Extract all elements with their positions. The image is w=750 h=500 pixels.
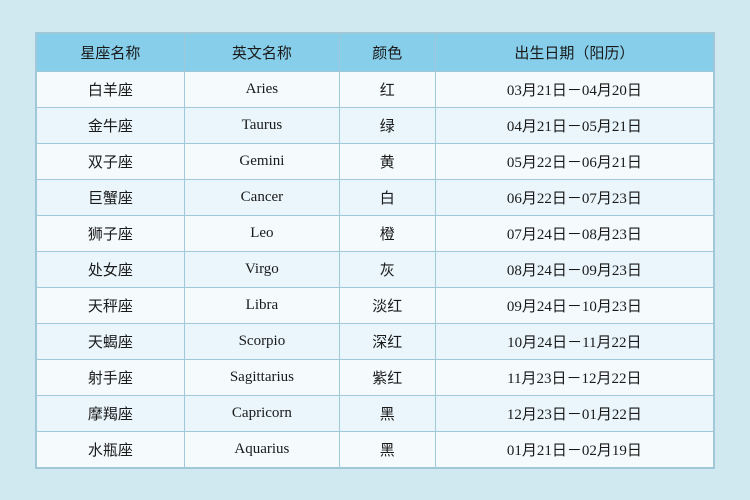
cell-date: 03月21日－04月20日 (435, 71, 713, 107)
cell-chinese-name: 金牛座 (37, 107, 185, 143)
cell-english-name: Capricorn (184, 395, 339, 431)
cell-color: 灰 (339, 251, 435, 287)
cell-english-name: Aries (184, 71, 339, 107)
cell-chinese-name: 天蝎座 (37, 323, 185, 359)
cell-english-name: Aquarius (184, 431, 339, 467)
cell-date: 07月24日－08月23日 (435, 215, 713, 251)
cell-chinese-name: 狮子座 (37, 215, 185, 251)
cell-color: 黑 (339, 395, 435, 431)
table-row: 处女座Virgo灰08月24日－09月23日 (37, 251, 714, 287)
cell-date: 04月21日－05月21日 (435, 107, 713, 143)
cell-color: 淡红 (339, 287, 435, 323)
cell-color: 紫红 (339, 359, 435, 395)
header-chinese-name: 星座名称 (37, 33, 185, 71)
table-row: 射手座Sagittarius紫红11月23日－12月22日 (37, 359, 714, 395)
cell-english-name: Virgo (184, 251, 339, 287)
cell-chinese-name: 双子座 (37, 143, 185, 179)
zodiac-table-container: 星座名称 英文名称 颜色 出生日期（阳历） 白羊座Aries红03月21日－04… (35, 32, 715, 469)
header-date: 出生日期（阳历） (435, 33, 713, 71)
cell-english-name: Sagittarius (184, 359, 339, 395)
table-row: 摩羯座Capricorn黑12月23日－01月22日 (37, 395, 714, 431)
cell-color: 黄 (339, 143, 435, 179)
cell-chinese-name: 处女座 (37, 251, 185, 287)
cell-chinese-name: 天秤座 (37, 287, 185, 323)
table-row: 水瓶座Aquarius黑01月21日－02月19日 (37, 431, 714, 467)
table-header-row: 星座名称 英文名称 颜色 出生日期（阳历） (37, 33, 714, 71)
cell-chinese-name: 白羊座 (37, 71, 185, 107)
table-row: 天秤座Libra淡红09月24日－10月23日 (37, 287, 714, 323)
cell-date: 06月22日－07月23日 (435, 179, 713, 215)
cell-english-name: Taurus (184, 107, 339, 143)
cell-date: 11月23日－12月22日 (435, 359, 713, 395)
table-row: 金牛座Taurus绿04月21日－05月21日 (37, 107, 714, 143)
table-row: 天蝎座Scorpio深红10月24日－11月22日 (37, 323, 714, 359)
cell-color: 白 (339, 179, 435, 215)
cell-date: 01月21日－02月19日 (435, 431, 713, 467)
cell-chinese-name: 射手座 (37, 359, 185, 395)
table-row: 狮子座Leo橙07月24日－08月23日 (37, 215, 714, 251)
cell-color: 红 (339, 71, 435, 107)
cell-color: 橙 (339, 215, 435, 251)
table-row: 巨蟹座Cancer白06月22日－07月23日 (37, 179, 714, 215)
cell-date: 08月24日－09月23日 (435, 251, 713, 287)
cell-english-name: Leo (184, 215, 339, 251)
header-color: 颜色 (339, 33, 435, 71)
cell-date: 05月22日－06月21日 (435, 143, 713, 179)
header-english-name: 英文名称 (184, 33, 339, 71)
cell-chinese-name: 巨蟹座 (37, 179, 185, 215)
cell-date: 10月24日－11月22日 (435, 323, 713, 359)
cell-english-name: Cancer (184, 179, 339, 215)
table-row: 白羊座Aries红03月21日－04月20日 (37, 71, 714, 107)
table-body: 白羊座Aries红03月21日－04月20日金牛座Taurus绿04月21日－0… (37, 71, 714, 467)
cell-date: 12月23日－01月22日 (435, 395, 713, 431)
cell-color: 深红 (339, 323, 435, 359)
table-row: 双子座Gemini黄05月22日－06月21日 (37, 143, 714, 179)
zodiac-table: 星座名称 英文名称 颜色 出生日期（阳历） 白羊座Aries红03月21日－04… (36, 33, 714, 468)
cell-chinese-name: 水瓶座 (37, 431, 185, 467)
cell-date: 09月24日－10月23日 (435, 287, 713, 323)
cell-english-name: Gemini (184, 143, 339, 179)
cell-english-name: Libra (184, 287, 339, 323)
cell-chinese-name: 摩羯座 (37, 395, 185, 431)
cell-color: 黑 (339, 431, 435, 467)
cell-color: 绿 (339, 107, 435, 143)
cell-english-name: Scorpio (184, 323, 339, 359)
